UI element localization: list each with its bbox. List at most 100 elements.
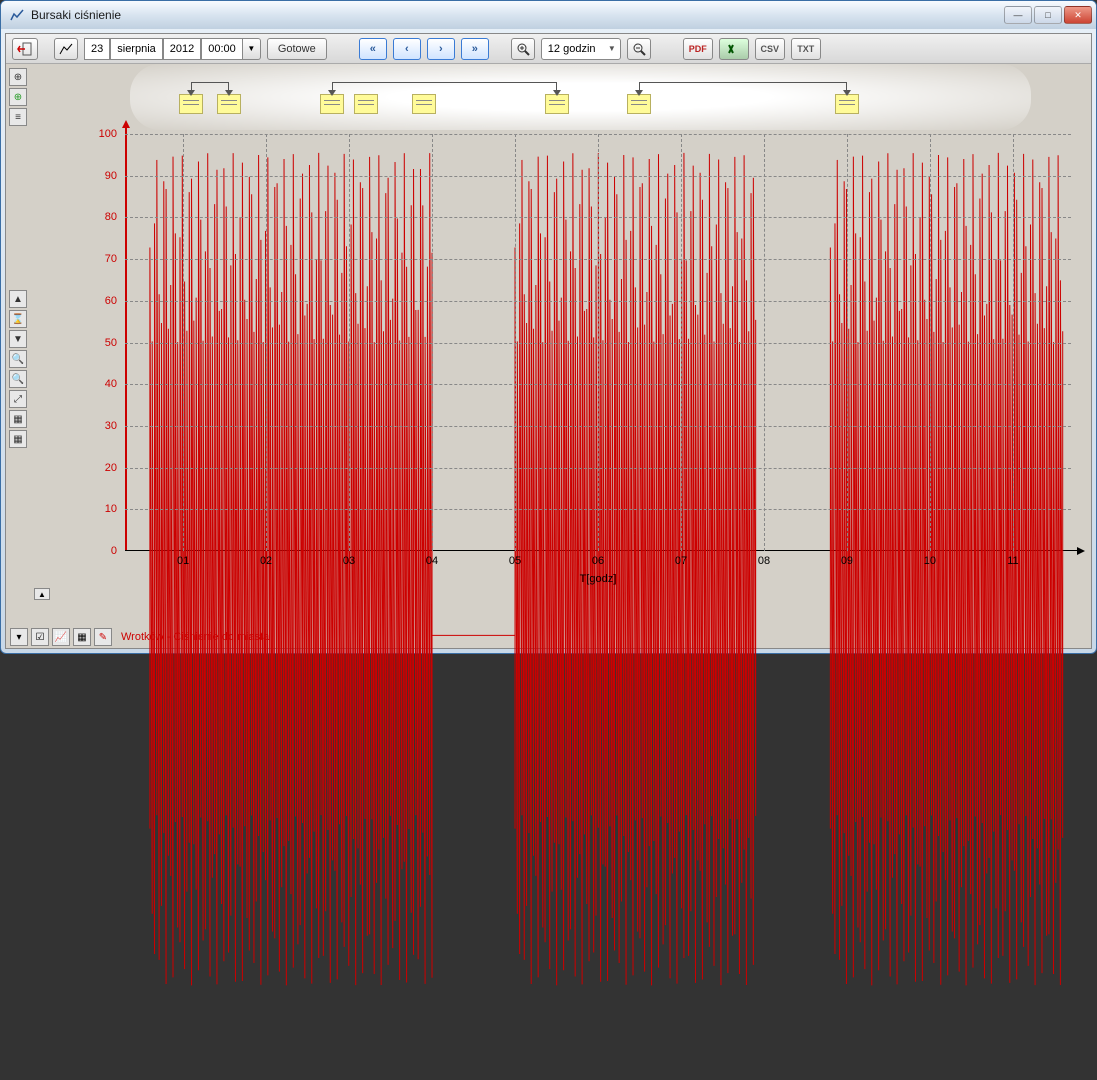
x-tick: 06 bbox=[592, 555, 604, 567]
y-tick: 90 bbox=[87, 170, 117, 182]
note-arrow bbox=[635, 90, 643, 96]
tool-scroll-up[interactable]: ▲ bbox=[9, 290, 27, 308]
grid-line-v bbox=[681, 134, 682, 551]
x-tick: 01 bbox=[177, 555, 189, 567]
zoom-out-button[interactable] bbox=[627, 38, 651, 60]
bottom-info[interactable]: ✎ bbox=[94, 628, 112, 646]
tool-zoom-y-out[interactable]: 🔍 bbox=[9, 370, 27, 388]
grid-line-v bbox=[515, 134, 516, 551]
grid-line-v bbox=[183, 134, 184, 551]
window-title: Bursaki ciśnienie bbox=[31, 8, 1004, 22]
note-icon[interactable] bbox=[217, 94, 241, 114]
chart-mode-button[interactable] bbox=[54, 38, 78, 60]
y-tick: 60 bbox=[87, 295, 117, 307]
chart-icon bbox=[9, 7, 25, 23]
note-icon[interactable] bbox=[627, 94, 651, 114]
y-axis: 0102030405060708090100 bbox=[75, 134, 125, 551]
tool-zoom-y-in[interactable]: 🔍 bbox=[9, 350, 27, 368]
note-arrow bbox=[328, 90, 336, 96]
export-pdf-button[interactable]: PDF bbox=[683, 38, 713, 60]
tool-grid2[interactable]: ▦ bbox=[9, 430, 27, 448]
nav-last-button[interactable]: » bbox=[461, 38, 489, 60]
left-toolbar: ⊕ ⊕ ≡ ▲ ⌛ ▼ 🔍 🔍 ⤢ ▦ ▦ bbox=[6, 64, 30, 626]
y-tick: 0 bbox=[87, 545, 117, 557]
chart-plot[interactable]: T[godz] 0102030405060708091011 bbox=[125, 134, 1071, 551]
date-dropdown[interactable]: ▼ bbox=[243, 38, 261, 60]
tool-timer[interactable]: ⌛ bbox=[9, 310, 27, 328]
main-area: ⊕ ⊕ ≡ ▲ ⌛ ▼ 🔍 🔍 ⤢ ▦ ▦ 010203040506070809… bbox=[6, 64, 1091, 626]
collapse-legend-button[interactable]: ▲ bbox=[34, 588, 50, 600]
tool-grid1[interactable]: ▦ bbox=[9, 410, 27, 428]
tool-scroll-down[interactable]: ▼ bbox=[9, 330, 27, 348]
date-month[interactable]: sierpnia bbox=[110, 38, 163, 60]
export-csv-button[interactable]: CSV bbox=[755, 38, 785, 60]
app-window: Bursaki ciśnienie — □ ✕ 23 sierpnia 2012… bbox=[0, 0, 1097, 654]
zoom-in-button[interactable] bbox=[511, 38, 535, 60]
note-arrow bbox=[843, 90, 851, 96]
titlebar[interactable]: Bursaki ciśnienie — □ ✕ bbox=[1, 1, 1096, 29]
bottom-toggle-1[interactable]: ▾ bbox=[10, 628, 28, 646]
nav-prev-button[interactable]: ‹ bbox=[393, 38, 421, 60]
grid-line-v bbox=[764, 134, 765, 551]
y-tick: 50 bbox=[87, 337, 117, 349]
note-arrow bbox=[225, 90, 233, 96]
note-icon[interactable] bbox=[179, 94, 203, 114]
note-connector bbox=[639, 82, 846, 92]
x-tick: 02 bbox=[260, 555, 272, 567]
export-xls-button[interactable] bbox=[719, 38, 749, 60]
chart-area[interactable]: 0102030405060708090100 T[godz] 010203040… bbox=[30, 64, 1091, 626]
grid-line-v bbox=[432, 134, 433, 551]
x-axis-label: T[godz] bbox=[580, 573, 617, 585]
note-connector bbox=[332, 82, 556, 92]
tool-3[interactable]: ≡ bbox=[9, 108, 27, 126]
y-tick: 10 bbox=[87, 503, 117, 515]
content-pane: 23 sierpnia 2012 00:00 ▼ Gotowe « ‹ › » … bbox=[5, 33, 1092, 649]
grid-line-v bbox=[1013, 134, 1014, 551]
main-toolbar: 23 sierpnia 2012 00:00 ▼ Gotowe « ‹ › » … bbox=[6, 34, 1091, 64]
y-tick: 100 bbox=[87, 128, 117, 140]
minimize-button[interactable]: — bbox=[1004, 6, 1032, 24]
time-range-select[interactable]: 12 godzin bbox=[541, 38, 621, 60]
date-picker[interactable]: 23 sierpnia 2012 00:00 ▼ bbox=[84, 38, 261, 60]
exit-button[interactable] bbox=[12, 38, 38, 60]
note-icon[interactable] bbox=[354, 94, 378, 114]
grid-line-v bbox=[598, 134, 599, 551]
ready-button[interactable]: Gotowe bbox=[267, 38, 327, 60]
close-button[interactable]: ✕ bbox=[1064, 6, 1092, 24]
grid-line-v bbox=[349, 134, 350, 551]
tool-2[interactable]: ⊕ bbox=[9, 88, 27, 106]
bottom-table[interactable]: ▦ bbox=[73, 628, 91, 646]
note-icon[interactable] bbox=[320, 94, 344, 114]
tool-autoscale[interactable]: ⤢ bbox=[9, 390, 27, 408]
maximize-button[interactable]: □ bbox=[1034, 6, 1062, 24]
nav-first-button[interactable]: « bbox=[359, 38, 387, 60]
date-year[interactable]: 2012 bbox=[163, 38, 201, 60]
note-connector bbox=[191, 82, 228, 92]
tool-1[interactable]: ⊕ bbox=[9, 68, 27, 86]
y-tick: 40 bbox=[87, 378, 117, 390]
grid-line-v bbox=[847, 134, 848, 551]
x-tick: 08 bbox=[758, 555, 770, 567]
nav-next-button[interactable]: › bbox=[427, 38, 455, 60]
export-txt-button[interactable]: TXT bbox=[791, 38, 821, 60]
x-tick: 04 bbox=[426, 555, 438, 567]
date-time[interactable]: 00:00 bbox=[201, 38, 243, 60]
note-icon[interactable] bbox=[412, 94, 436, 114]
y-tick: 20 bbox=[87, 462, 117, 474]
x-tick: 03 bbox=[343, 555, 355, 567]
bottom-toggle-2[interactable]: ☑ bbox=[31, 628, 49, 646]
y-tick: 80 bbox=[87, 211, 117, 223]
note-arrow bbox=[187, 90, 195, 96]
date-day[interactable]: 23 bbox=[84, 38, 110, 60]
grid-line-v bbox=[930, 134, 931, 551]
x-tick: 05 bbox=[509, 555, 521, 567]
annotation-row bbox=[30, 70, 1091, 126]
x-tick: 07 bbox=[675, 555, 687, 567]
note-icon[interactable] bbox=[545, 94, 569, 114]
bottom-stats[interactable]: 📈 bbox=[52, 628, 70, 646]
x-tick: 10 bbox=[924, 555, 936, 567]
note-icon[interactable] bbox=[835, 94, 859, 114]
x-tick: 11 bbox=[1007, 555, 1018, 567]
y-tick: 70 bbox=[87, 253, 117, 265]
grid-line-v bbox=[266, 134, 267, 551]
